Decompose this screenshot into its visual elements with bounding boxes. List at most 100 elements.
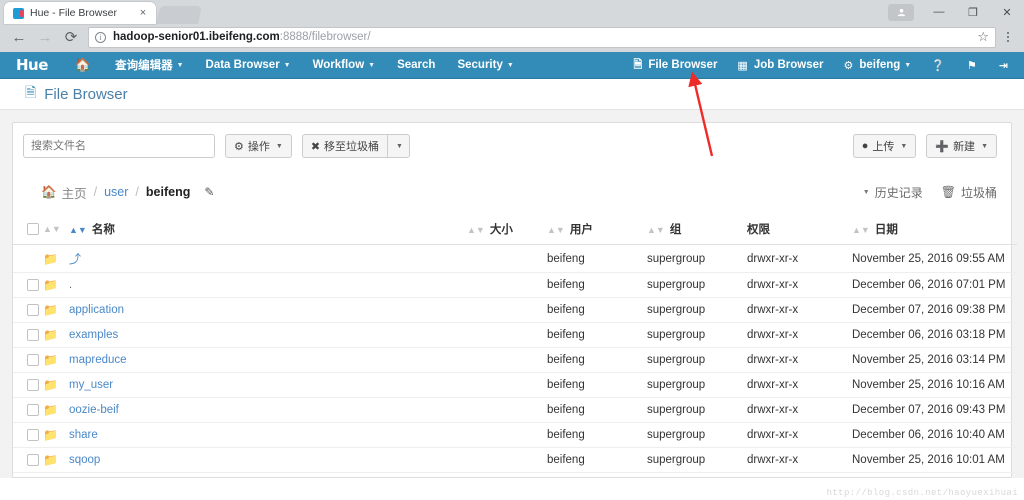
type-sort-header[interactable]: ▲▼ bbox=[43, 215, 69, 245]
breadcrumb-item-beifeng[interactable]: beifeng bbox=[146, 185, 190, 199]
move-to-trash-button[interactable]: ✖ 移至垃圾桶 bbox=[301, 134, 388, 158]
trash-link[interactable]: 🗑 垃圾桶 bbox=[941, 184, 997, 201]
move-to-trash-dropdown[interactable]: ▼ bbox=[387, 134, 410, 158]
file-date-cell: December 07, 2016 09:43 PM bbox=[852, 397, 1017, 423]
file-size-cell bbox=[467, 272, 547, 298]
table-row[interactable]: 📁. beifeng supergroup drwxr-xr-x December 06… bbox=[13, 272, 1017, 298]
row-checkbox[interactable] bbox=[27, 428, 39, 441]
home-icon: 🏠 bbox=[74, 57, 92, 72]
row-checkbox[interactable] bbox=[27, 403, 39, 416]
file-name-link[interactable]: application bbox=[69, 304, 124, 316]
nav-search[interactable]: Search bbox=[386, 52, 446, 79]
nav-file-browser[interactable]: 🗎 File Browser bbox=[624, 52, 728, 79]
breadcrumb-item-user[interactable]: user bbox=[104, 185, 128, 199]
maximize-button[interactable]: ❐ bbox=[956, 0, 990, 24]
nav-user-menu[interactable]: ⚙ beifeng ▼ bbox=[834, 52, 922, 79]
file-name-link[interactable]: oozie-beif bbox=[69, 404, 119, 416]
file-name-cell[interactable]: application bbox=[69, 297, 467, 323]
sort-icon[interactable]: ▲▼ bbox=[852, 225, 870, 235]
address-bar[interactable]: i hadoop-senior01.ibeifeng.com:8888/file… bbox=[88, 26, 996, 48]
folder-icon: 📁 bbox=[43, 428, 58, 442]
row-checkbox[interactable] bbox=[27, 378, 39, 391]
file-name-cell[interactable]: . bbox=[69, 272, 467, 298]
file-name-link[interactable]: sqoop bbox=[69, 454, 100, 466]
site-info-icon[interactable]: i bbox=[95, 31, 106, 43]
search-input[interactable] bbox=[23, 134, 215, 158]
nav-workflow[interactable]: Workflow ▼ bbox=[302, 52, 386, 79]
table-row[interactable]: 📁 ⤴ beifeng supergroup drwxr-xr-x November 25… bbox=[13, 244, 1017, 273]
nav-data-browser[interactable]: Data Browser ▼ bbox=[195, 52, 302, 79]
name-header[interactable]: ▲▼ 名称 bbox=[69, 215, 467, 245]
close-window-button[interactable]: ✕ bbox=[990, 0, 1024, 24]
nav-help[interactable]: ❔ bbox=[921, 52, 957, 79]
date-header[interactable]: ▲▼ 日期 bbox=[852, 215, 1017, 245]
sort-icon[interactable]: ▲▼ bbox=[69, 225, 87, 235]
nav-security[interactable]: Security ▼ bbox=[446, 52, 524, 79]
pencil-icon[interactable]: ✎ bbox=[204, 185, 214, 199]
row-checkbox[interactable] bbox=[27, 303, 39, 316]
file-name-cell[interactable]: examples bbox=[69, 322, 467, 348]
bookmark-star-icon[interactable]: ☆ bbox=[977, 29, 989, 45]
table-row[interactable]: 📁 mapreduce beifeng supergroup drwxr-xr-x Nov… bbox=[13, 347, 1017, 373]
group-header[interactable]: ▲▼ 组 bbox=[647, 215, 747, 245]
breadcrumb-separator: / bbox=[93, 185, 98, 199]
table-row[interactable]: 📁 examples beifeng supergroup drwxr-xr-x Dece… bbox=[13, 322, 1017, 348]
grid-icon: ▦ bbox=[737, 59, 748, 72]
minimize-button[interactable]: — bbox=[922, 0, 956, 24]
file-name-link[interactable]: . bbox=[69, 279, 72, 291]
breadcrumb-home[interactable]: 🏠 主页 bbox=[41, 183, 87, 202]
table-row[interactable]: 📁 my_user beifeng supergroup drwxr-xr-x Novem… bbox=[13, 372, 1017, 398]
history-link[interactable]: ▼ 历史记录 bbox=[863, 184, 923, 201]
file-name-cell[interactable]: mapreduce bbox=[69, 347, 467, 373]
nav-flag[interactable]: ⚑ bbox=[957, 52, 989, 79]
row-select-cell bbox=[13, 397, 43, 423]
file-name-cell[interactable]: oozie-beif bbox=[69, 397, 467, 423]
file-name-link[interactable]: ⤴ bbox=[69, 252, 81, 266]
nav-query-editor[interactable]: 查询编辑器 ▼ bbox=[104, 52, 194, 79]
action-bar: ⚙ 操作 ▼ ✖ 移至垃圾桶 ▼ ● 上传 bbox=[13, 123, 1011, 169]
table-row[interactable]: 📁 share beifeng supergroup drwxr-xr-x Decembe… bbox=[13, 422, 1017, 448]
chevron-down-icon: ▼ bbox=[904, 61, 912, 69]
reload-button[interactable]: ⟳ bbox=[58, 24, 84, 50]
file-name-link[interactable]: mapreduce bbox=[69, 354, 127, 366]
file-name-link[interactable]: my_user bbox=[69, 379, 113, 391]
nav-home[interactable]: 🏠 bbox=[62, 52, 104, 79]
file-name-cell[interactable]: sqoop bbox=[69, 447, 467, 473]
nav-logout[interactable]: ⇥ bbox=[989, 52, 1020, 79]
back-button[interactable]: ← bbox=[6, 24, 32, 50]
actions-button[interactable]: ⚙ 操作 ▼ bbox=[225, 134, 292, 158]
row-checkbox[interactable] bbox=[27, 278, 39, 291]
file-user-cell: beifeng bbox=[547, 447, 647, 473]
table-row[interactable]: 📁 sqoop beifeng supergroup drwxr-xr-x Novembe… bbox=[13, 447, 1017, 473]
size-header[interactable]: ▲▼ 大小 bbox=[467, 215, 547, 245]
file-name-cell[interactable]: ⤴ bbox=[69, 244, 467, 273]
select-all-header bbox=[13, 215, 43, 245]
upload-button[interactable]: ● 上传 ▼ bbox=[852, 134, 917, 158]
file-name-cell[interactable]: share bbox=[69, 422, 467, 448]
row-checkbox[interactable] bbox=[27, 353, 39, 366]
browser-menu-icon[interactable] bbox=[998, 32, 1018, 42]
new-tab-button[interactable] bbox=[156, 6, 202, 24]
chevron-down-icon: ▼ bbox=[981, 142, 988, 150]
user-header[interactable]: ▲▼ 用户 bbox=[547, 215, 647, 245]
file-date-cell: December 06, 2016 07:01 PM bbox=[852, 272, 1017, 298]
nav-job-browser[interactable]: ▦ Job Browser bbox=[727, 52, 833, 79]
forward-button[interactable]: → bbox=[32, 24, 58, 50]
sort-icon[interactable]: ▲▼ bbox=[547, 225, 565, 235]
new-button[interactable]: ➕ 新建 ▼ bbox=[926, 134, 997, 158]
sort-icon[interactable]: ▲▼ bbox=[647, 225, 665, 235]
select-all-checkbox[interactable] bbox=[27, 222, 39, 235]
file-name-cell[interactable]: my_user bbox=[69, 372, 467, 398]
file-name-link[interactable]: share bbox=[69, 429, 98, 441]
profile-avatar-icon[interactable] bbox=[888, 3, 914, 21]
file-name-link[interactable]: examples bbox=[69, 329, 118, 341]
hue-logo[interactable]: Hue bbox=[0, 56, 62, 74]
tab-close-icon[interactable]: × bbox=[136, 7, 150, 19]
sort-icon[interactable]: ▲▼ bbox=[467, 225, 485, 235]
table-row[interactable]: 📁 application beifeng supergroup drwxr-xr-x D… bbox=[13, 297, 1017, 323]
row-checkbox[interactable] bbox=[27, 453, 39, 466]
row-checkbox[interactable] bbox=[27, 328, 39, 341]
table-row[interactable]: 📁 oozie-beif beifeng supergroup drwxr-xr-x De… bbox=[13, 397, 1017, 423]
sort-icon[interactable]: ▲▼ bbox=[43, 224, 61, 234]
browser-tab[interactable]: Hue - File Browser × bbox=[4, 2, 156, 24]
